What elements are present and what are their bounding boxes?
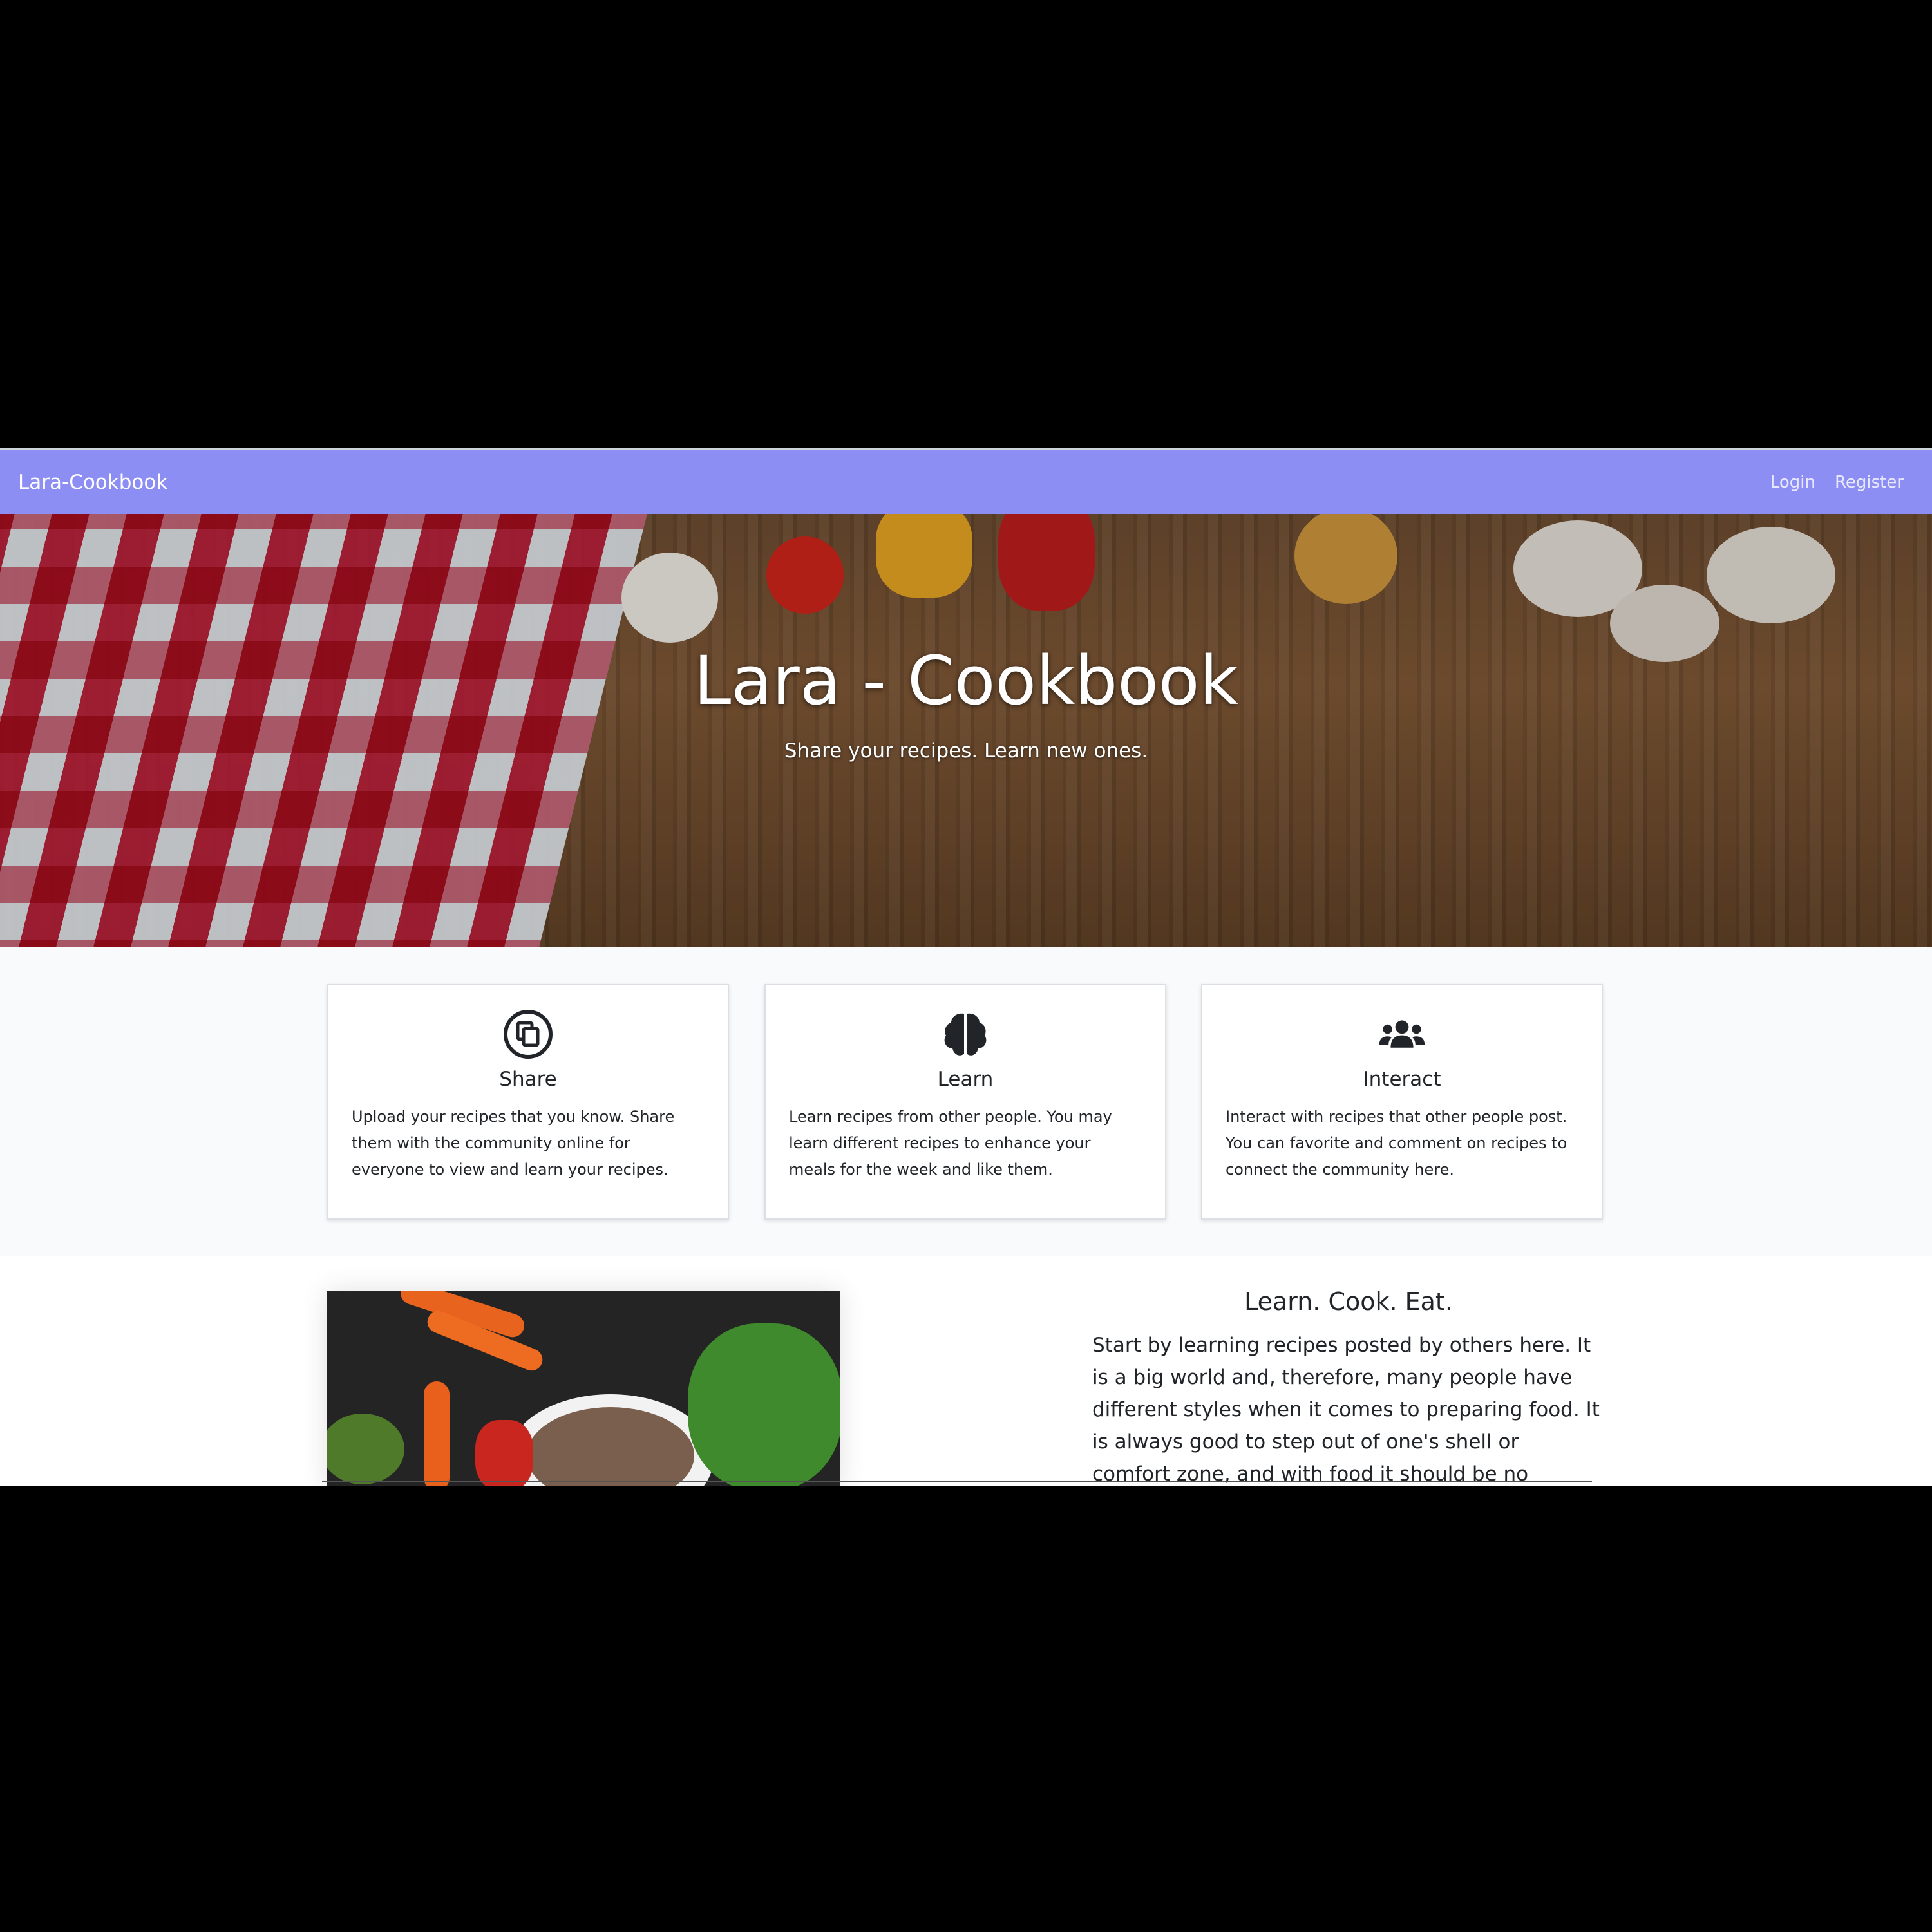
about-text: Start by learning recipes posted by othe… xyxy=(1092,1334,1600,1486)
parsley-image xyxy=(688,1323,840,1486)
feature-text: Upload your recipes that you know. Share… xyxy=(352,1108,675,1179)
share-copy-icon xyxy=(504,1010,553,1059)
hero-subtitle: Share your recipes. Learn new ones. xyxy=(784,739,1148,762)
brand-link[interactable]: Lara-Cookbook xyxy=(18,471,167,494)
carrot-image-3 xyxy=(424,1381,450,1486)
hero-overlay xyxy=(0,514,1932,947)
browser-window: Lara-Cookbook Login Register Lara - Cook… xyxy=(0,448,1932,1486)
about-title: Learn. Cook. Eat. xyxy=(1244,1287,1453,1316)
feature-title: Learn xyxy=(937,1068,994,1091)
hero-title: Lara - Cookbook xyxy=(694,641,1238,720)
nav-links: Login Register xyxy=(1770,473,1904,492)
navbar: Lara-Cookbook Login Register xyxy=(0,450,1932,514)
feature-title: Interact xyxy=(1363,1068,1441,1091)
feature-card-share: Share Upload your recipes that you know.… xyxy=(327,984,729,1220)
feature-card-learn: Learn Learn recipes from other people. Y… xyxy=(764,984,1166,1220)
users-icon xyxy=(1379,1020,1425,1048)
feature-text: Interact with recipes that other people … xyxy=(1226,1108,1567,1179)
feature-text: Learn recipes from other people. You may… xyxy=(789,1108,1112,1179)
login-link[interactable]: Login xyxy=(1770,473,1815,492)
brain-icon xyxy=(944,1013,987,1056)
feature-card-interact: Interact Interact with recipes that othe… xyxy=(1201,984,1603,1220)
horizontal-scrollbar[interactable] xyxy=(322,1481,1592,1482)
broccoli-image xyxy=(327,1414,404,1484)
about-section-background xyxy=(0,1256,1932,1486)
register-link[interactable]: Register xyxy=(1835,473,1904,492)
pot-image xyxy=(475,1420,533,1486)
hero-banner: Lara - Cookbook Share your recipes. Lear… xyxy=(0,514,1932,947)
feature-title: Share xyxy=(499,1068,557,1091)
food-photo xyxy=(327,1291,840,1486)
